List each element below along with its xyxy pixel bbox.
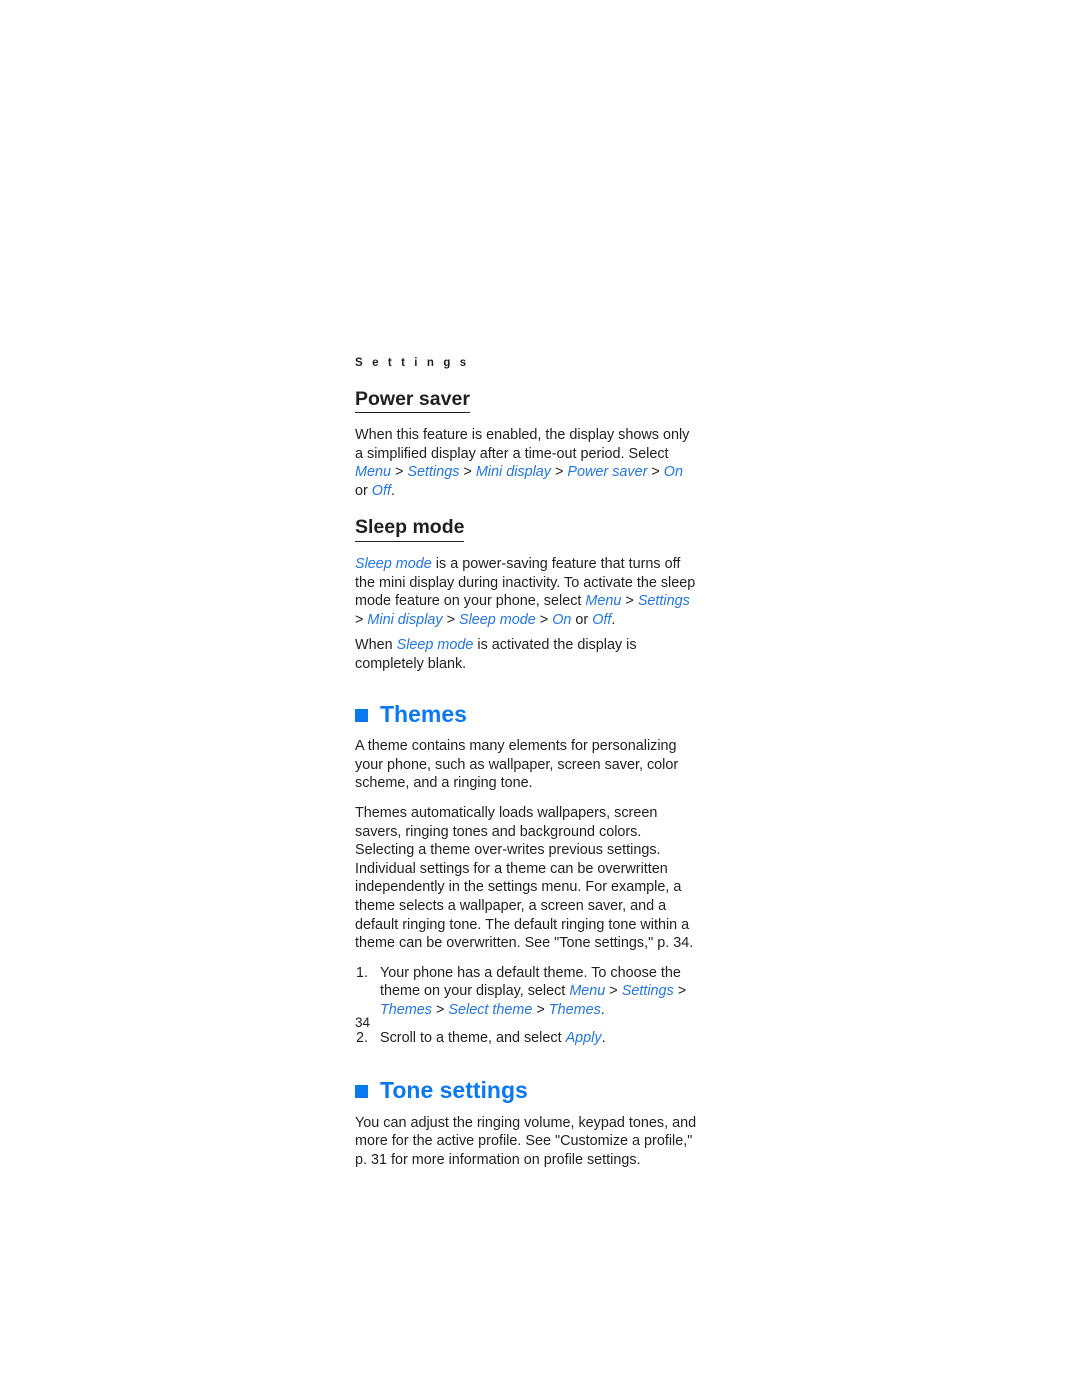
list-item: 1. Your phone has a default theme. To cho… — [355, 964, 697, 1020]
path-or: or — [571, 611, 593, 628]
path-separator: > — [431, 1001, 449, 1018]
path-separator: > — [532, 1001, 549, 1018]
themes-steps-list: 1. Your phone has a default theme. To cho… — [355, 964, 697, 1047]
power-saver-heading-wrap: Power saver — [355, 388, 697, 420]
menu-path-on: On — [552, 611, 572, 628]
sleep-mode-term: Sleep mode — [355, 556, 432, 573]
tone-settings-paragraph: You can adjust the ringing volume, keypa… — [355, 1114, 697, 1168]
tone-settings-section-heading: Tone settings — [355, 1077, 697, 1105]
path-separator: > — [673, 983, 687, 1000]
menu-path-sleep-mode: Sleep mode — [459, 611, 536, 628]
sleep-mode-heading: Sleep mode — [355, 516, 465, 543]
page-number: 34 — [355, 1015, 371, 1030]
running-head: S e t t i n g s — [355, 357, 470, 369]
path-separator: > — [459, 464, 476, 481]
path-separator: > — [621, 593, 638, 610]
step-number: 2. — [356, 1029, 369, 1046]
menu-path-settings: Settings — [407, 464, 460, 481]
menu-path-on: On — [663, 464, 683, 481]
themes-paragraph-2: Themes automatically loads wallpapers, s… — [355, 805, 694, 952]
themes-paragraph-1: A theme contains many elements for perso… — [355, 738, 679, 792]
themes-heading-label: Themes — [380, 700, 467, 727]
menu-path-select-theme: Select theme — [448, 1001, 533, 1018]
menu-path-menu: Menu — [585, 593, 622, 610]
menu-path-apply: Apply — [565, 1029, 602, 1046]
menu-path-settings: Settings — [637, 593, 690, 610]
menu-path-mini-display: Mini display — [367, 611, 443, 628]
menu-path-themes: Themes — [380, 1001, 432, 1018]
path-period: . — [600, 1001, 605, 1018]
document-page: S e t t i n g s Power saver When this fe… — [0, 0, 1080, 1397]
sleep-mode-term: Sleep mode — [396, 637, 474, 654]
path-separator: > — [551, 464, 568, 481]
path-or: or — [355, 482, 372, 499]
step-text: Scroll to a theme, and select — [380, 1029, 566, 1046]
menu-path-off: Off — [592, 611, 612, 628]
menu-path-menu: Menu — [569, 983, 606, 1000]
sleep-mode-paragraph-2: When Sleep mode is activated the display… — [355, 636, 697, 673]
menu-path-off: Off — [371, 482, 391, 499]
sleep-mode-paragraph-1: Sleep mode is a power-saving feature tha… — [355, 555, 697, 629]
path-period: . — [601, 1029, 606, 1046]
path-separator: > — [647, 464, 664, 481]
blue-square-bullet-icon — [355, 708, 368, 722]
path-separator: > — [605, 983, 622, 1000]
path-period: . — [391, 482, 395, 499]
power-saver-heading: Power saver — [355, 388, 470, 414]
menu-path-menu: Menu — [355, 464, 391, 481]
text-column: S e t t i n g s Power saver When this fe… — [355, 357, 697, 1181]
sleep-mode-heading-wrap: Sleep mode — [355, 516, 697, 548]
step-number: 1. — [356, 964, 369, 981]
blue-square-bullet-icon — [355, 1085, 368, 1099]
menu-path-power-saver: Power saver — [567, 464, 648, 481]
path-separator: > — [442, 611, 459, 628]
path-period: . — [611, 611, 616, 628]
list-item: 2. Scroll to a theme, and select Apply. — [355, 1029, 697, 1048]
path-separator: > — [391, 464, 408, 481]
themes-section-heading: Themes — [355, 701, 697, 729]
path-separator: > — [535, 611, 553, 628]
menu-path-themes-2: Themes — [548, 1001, 601, 1018]
menu-path-settings: Settings — [621, 983, 674, 1000]
path-separator: > — [355, 611, 368, 628]
power-saver-paragraph: When this feature is enabled, the displa… — [355, 426, 697, 500]
tone-settings-heading-label: Tone settings — [380, 1077, 528, 1104]
sleep-mode-p2-pre: When — [355, 637, 397, 654]
menu-path-mini-display: Mini display — [475, 464, 551, 481]
power-saver-text: When this feature is enabled, the displa… — [355, 427, 690, 462]
